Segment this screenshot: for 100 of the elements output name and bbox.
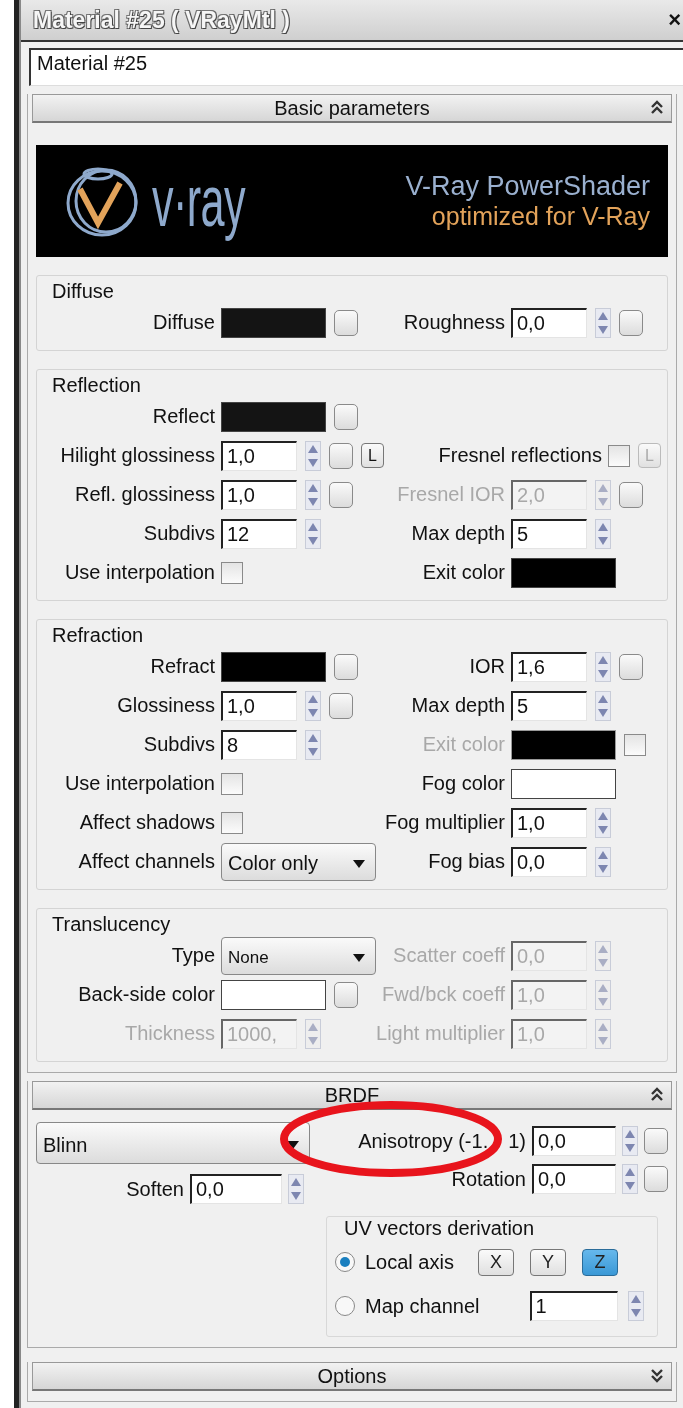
spinner-arrows-icon[interactable] (595, 690, 611, 721)
field-label: Fresnel reflections (438, 444, 602, 467)
map-button[interactable] (619, 653, 643, 680)
spinner-arrows-icon[interactable] (595, 518, 611, 549)
map-button[interactable] (619, 309, 643, 336)
color-swatch[interactable] (221, 307, 326, 338)
banner-subtitle: optimized for V-Ray (431, 202, 650, 231)
number-field[interactable]: 1,0 (511, 807, 587, 838)
number-field[interactable]: 0,0 (532, 1126, 616, 1156)
field-label: Max depth (411, 694, 505, 717)
radio-button[interactable] (335, 1296, 355, 1316)
radio-button[interactable] (335, 1252, 355, 1272)
checkbox[interactable] (608, 444, 630, 467)
number-field[interactable]: 1,6 (511, 651, 587, 682)
field-label: Max depth (411, 522, 505, 545)
dropdown[interactable]: Color only (221, 842, 376, 881)
spinner-arrows-icon[interactable] (595, 651, 611, 682)
field-label: Type (170, 944, 215, 967)
field-label: Fog color (421, 772, 505, 795)
map-button[interactable] (334, 981, 358, 1008)
field-label: Scatter coeff (393, 944, 505, 967)
spinner-arrows-icon[interactable] (595, 979, 611, 1010)
dropdown[interactable]: Blinn (36, 1122, 310, 1164)
field-label: 1) (508, 1129, 526, 1153)
map-button[interactable] (644, 1128, 668, 1154)
spinner-arrows-icon[interactable] (622, 1126, 638, 1156)
field-label: Fog multiplier (384, 811, 505, 834)
map-button[interactable] (644, 1166, 668, 1192)
number-field[interactable]: 0,0 (511, 307, 587, 338)
map-button[interactable] (334, 403, 358, 430)
spinner-arrows-icon[interactable] (305, 1018, 321, 1049)
spinner-arrows-icon[interactable] (288, 1174, 304, 1204)
spinner-arrows-icon[interactable] (627, 1291, 644, 1321)
field-label: Soften (126, 1177, 184, 1201)
number-field[interactable]: 0,0 (532, 1164, 616, 1194)
field-label: Use interpolation (63, 772, 215, 795)
spinner-arrows-icon[interactable] (595, 1018, 611, 1049)
spinner-arrows-icon[interactable] (305, 729, 321, 760)
spinner-arrows-icon[interactable] (595, 479, 611, 510)
number-field[interactable]: 8 (221, 729, 297, 760)
rollout-header[interactable]: Options (32, 1362, 672, 1391)
field-label: Rotation (451, 1167, 526, 1191)
material-name-field[interactable]: Material #25 (29, 48, 683, 86)
color-swatch[interactable] (221, 651, 326, 682)
rollout-header[interactable]: Basic parameters (32, 94, 672, 123)
number-field[interactable]: 5 (511, 690, 587, 721)
map-button[interactable] (334, 653, 358, 680)
collapse-icon[interactable] (649, 1086, 665, 1103)
color-swatch[interactable] (221, 979, 326, 1010)
field-label: Glossiness (116, 694, 215, 717)
field-label: Subdivs (142, 522, 215, 545)
field-label: Light multiplier (376, 1022, 505, 1045)
map-button[interactable] (329, 481, 353, 508)
spinner-arrows-icon[interactable] (595, 807, 611, 838)
spinner-arrows-icon[interactable] (595, 846, 611, 877)
radio-label[interactable]: Local axis (365, 1250, 454, 1274)
checkbox[interactable] (221, 561, 243, 584)
dropdown[interactable]: None (221, 936, 376, 975)
spinner-arrows-icon[interactable] (595, 307, 611, 338)
field-label: Refract (149, 655, 215, 678)
checkbox[interactable] (221, 772, 243, 795)
checkbox[interactable] (221, 811, 243, 834)
number-field[interactable]: 1,0 (221, 440, 297, 471)
number-field[interactable]: 0,0 (511, 846, 587, 877)
number-field[interactable]: 1,0 (221, 479, 297, 510)
map-button[interactable] (329, 692, 353, 719)
axis-button[interactable]: Z (581, 1248, 618, 1276)
map-button[interactable] (329, 442, 353, 469)
radio-label[interactable]: Map channel (365, 1294, 480, 1318)
number-field[interactable]: 1,0 (221, 690, 297, 721)
color-swatch[interactable] (511, 557, 616, 588)
expand-icon[interactable] (649, 1367, 665, 1384)
field-label: Fresnel IOR (397, 483, 505, 506)
field-label: Subdivs (142, 733, 215, 756)
color-swatch[interactable] (221, 401, 326, 432)
field-label: Exit color (422, 733, 505, 756)
number-field[interactable]: 1 (529, 1291, 618, 1321)
field-label: Reflect (151, 405, 215, 428)
spinner-arrows-icon[interactable] (305, 690, 321, 721)
field-label: Back-side color (77, 983, 215, 1006)
spinner-arrows-icon[interactable] (305, 440, 321, 471)
collapse-icon[interactable] (649, 99, 665, 116)
caret-icon (353, 859, 365, 868)
axis-button[interactable]: X (477, 1248, 514, 1276)
spinner-arrows-icon[interactable] (595, 940, 611, 971)
axis-button[interactable]: Y (529, 1248, 566, 1276)
spinner-arrows-icon[interactable] (305, 518, 321, 549)
color-swatch[interactable] (511, 768, 616, 799)
field-label: Diffuse (152, 311, 215, 334)
map-button[interactable] (334, 309, 358, 336)
spinner-arrows-icon[interactable] (622, 1164, 638, 1194)
number-field[interactable]: 12 (221, 518, 297, 549)
lock-button[interactable]: L (361, 443, 384, 468)
close-button[interactable]: × (668, 7, 683, 33)
number-field[interactable]: 0,0 (190, 1174, 282, 1204)
rollout-header[interactable]: BRDF (32, 1081, 672, 1110)
number-field[interactable]: 5 (511, 518, 587, 549)
field-label: Hilight glossiness (59, 444, 215, 467)
spinner-arrows-icon[interactable] (305, 479, 321, 510)
caret-icon (353, 953, 365, 962)
